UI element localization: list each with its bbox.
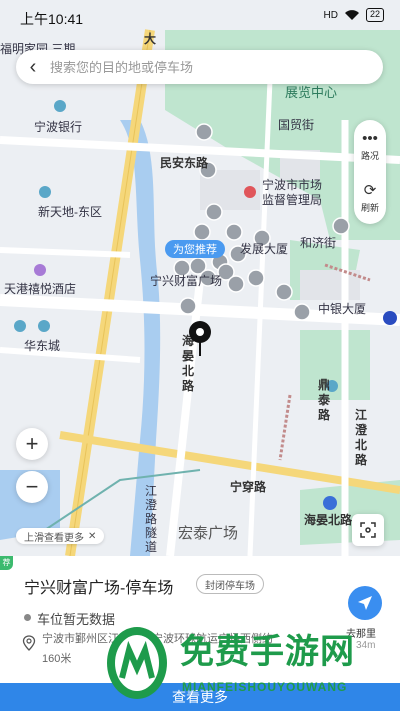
scan-button[interactable]	[352, 514, 384, 546]
map-label: 宁波银行	[34, 120, 83, 134]
map-label: 宏泰广场	[178, 525, 239, 542]
map-label: 华东城	[24, 339, 61, 353]
back-arrow-icon[interactable]: ‹	[16, 50, 50, 84]
map-label: 江澄北路	[355, 408, 368, 467]
navigate-distance: 34m	[356, 640, 376, 651]
status-badge: 封闭停车场	[196, 574, 264, 594]
map-label: 宁兴财富广场	[150, 274, 223, 288]
map-label: 国贸街	[278, 118, 315, 132]
zoom-in-button[interactable]: +	[16, 428, 48, 460]
traffic-icon: •••	[362, 129, 378, 147]
refresh-button[interactable]: ⟳ 刷新	[354, 172, 386, 224]
status-icons: HD 22	[324, 8, 384, 22]
distance-text: 160米	[42, 653, 72, 665]
map-label: 中银大厦	[318, 302, 367, 316]
traffic-label: 路况	[360, 150, 379, 161]
view-more-button[interactable]: 查看更多	[0, 683, 400, 711]
map-label: 天港禧悦酒店	[4, 282, 77, 296]
map-label: 江澄路隧道	[145, 484, 158, 554]
map-label: 鼎泰路	[318, 378, 331, 422]
map-label: 海晏北路	[182, 334, 195, 393]
map-label: 宁波市市场监督管理局	[262, 178, 323, 207]
parking-title: 宁兴财富广场-停车场	[24, 580, 174, 597]
location-pin-stem	[199, 340, 201, 356]
refresh-icon: ⟳	[363, 181, 377, 199]
scan-icon	[360, 522, 376, 538]
refresh-label: 刷新	[360, 202, 379, 213]
map-label: 发展大厦	[240, 242, 289, 256]
status-time: 上午10:41	[20, 11, 84, 27]
wifi-icon	[344, 10, 359, 20]
parking-detail-sheet[interactable]: 荐 宁兴财富广场-停车场 封闭停车场 车位暂无数据 宁波市鄞州区江澄北路宁波环球…	[0, 556, 400, 711]
navigate-arrow-icon	[358, 596, 372, 610]
swipe-hint-text: 上滑查看更多	[24, 532, 84, 544]
location-icon	[22, 635, 36, 651]
signal-icon: HD	[323, 9, 338, 21]
map-label: 民安东路	[160, 156, 209, 170]
close-icon[interactable]: ✕	[88, 531, 96, 542]
availability-text: 车位暂无数据	[37, 612, 116, 627]
search-bar[interactable]: ‹	[16, 50, 383, 84]
traffic-button[interactable]: ••• 路况	[354, 120, 386, 172]
map-tools-panel: ••• 路况 ⟳ 刷新	[354, 120, 386, 224]
navigate-button[interactable]	[348, 586, 382, 620]
availability-dot-icon	[24, 614, 31, 621]
address-text: 宁波市鄞州区江澄北路宁波环球航运广场西侧约	[42, 633, 273, 645]
swipe-hint[interactable]: 上滑查看更多 ✕	[16, 528, 105, 544]
recommend-tag[interactable]: 为您推荐	[165, 240, 225, 258]
map-label: 展览中心	[285, 85, 338, 100]
navigate-label: 去那里	[346, 629, 376, 640]
battery-icon: 22	[365, 8, 384, 22]
map-label: 海晏北路	[304, 513, 353, 527]
map-label: 和济街	[300, 236, 337, 250]
status-bar: 上午10:41 HD 22	[0, 0, 400, 34]
recommend-corner-tag: 荐	[0, 556, 13, 570]
map-label: 新天地-东区	[38, 205, 102, 219]
map-label: 宁穿路	[230, 480, 267, 494]
zoom-out-button[interactable]: −	[16, 471, 48, 503]
search-input[interactable]	[50, 59, 350, 75]
